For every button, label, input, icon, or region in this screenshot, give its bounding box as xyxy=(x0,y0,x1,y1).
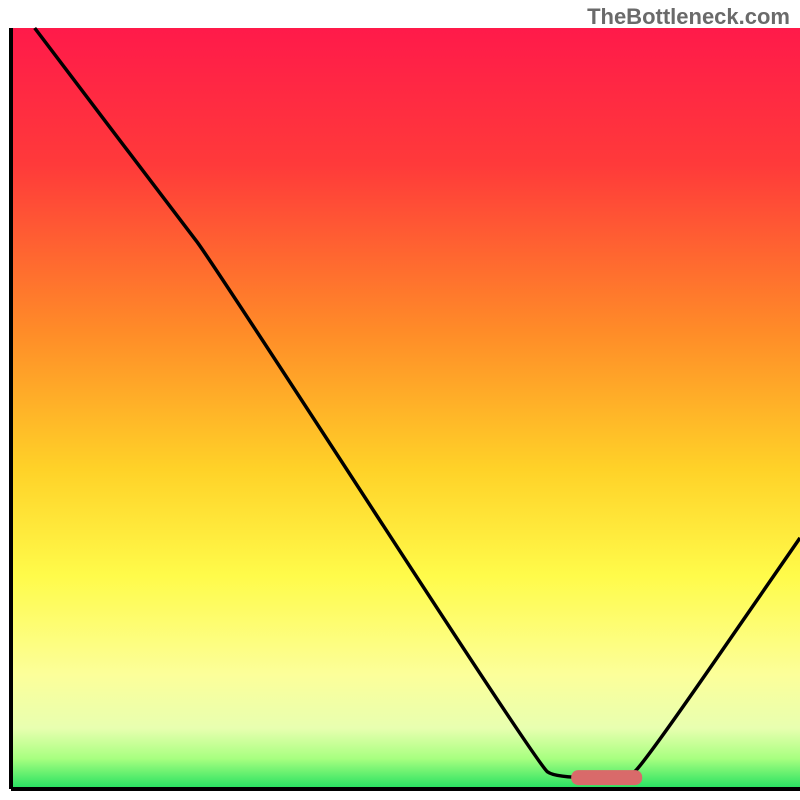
optimal-marker xyxy=(571,770,642,785)
chart-container: TheBottleneck.com xyxy=(0,0,800,800)
bottleneck-chart xyxy=(0,0,800,800)
watermark-text: TheBottleneck.com xyxy=(587,4,790,30)
plot-background xyxy=(11,28,800,789)
